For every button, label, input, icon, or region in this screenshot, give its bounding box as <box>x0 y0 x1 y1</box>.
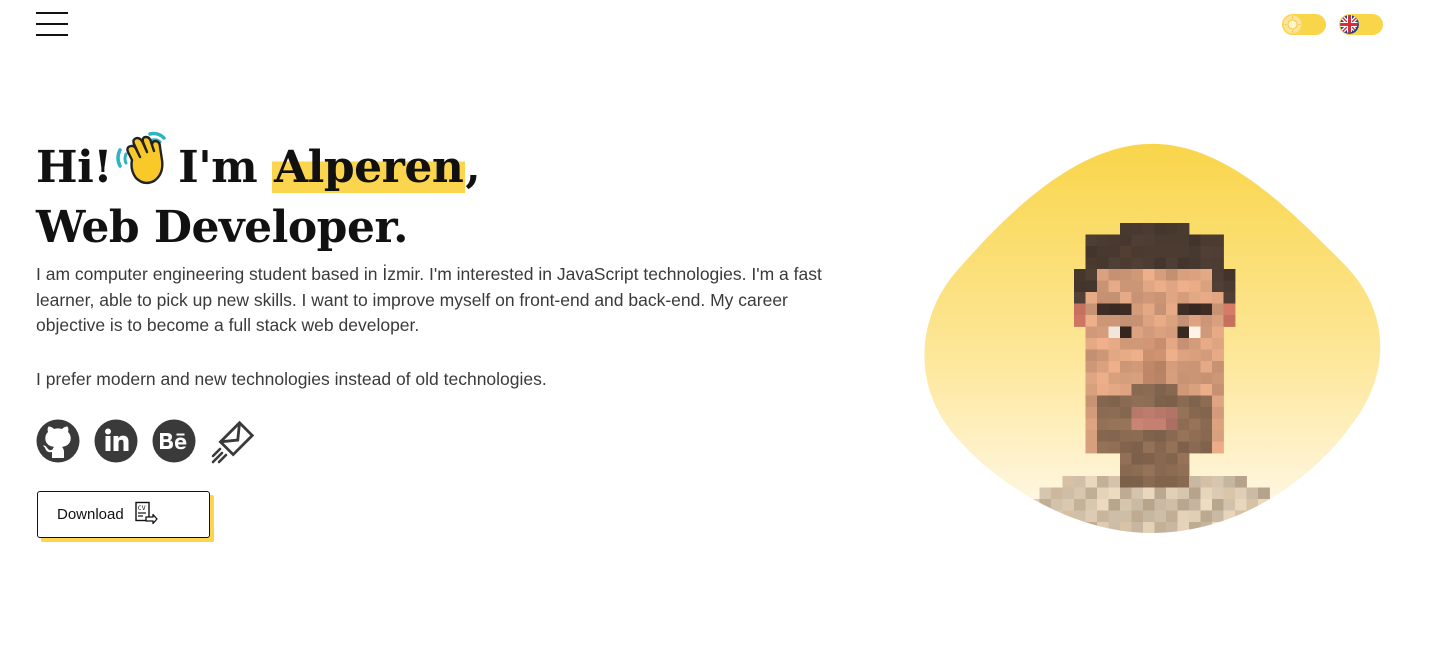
download-label: Download <box>57 506 124 523</box>
button-face: Download CV <box>37 491 210 538</box>
intro-text: I am computer engineering student based … <box>36 262 836 392</box>
download-cv-button[interactable]: Download CV <box>37 491 214 542</box>
name-suffix: , <box>465 142 481 193</box>
menu-bar <box>36 12 68 14</box>
cv-download-icon: CV <box>134 501 158 529</box>
heading-line-1: Hi! I'm Alperen, <box>36 130 736 201</box>
svg-text:CV: CV <box>138 504 146 512</box>
avatar <box>921 143 1383 535</box>
github-icon[interactable] <box>36 419 80 463</box>
hamburger-menu-icon[interactable] <box>36 12 68 36</box>
bio-paragraph: I am computer engineering student based … <box>36 264 822 335</box>
preference-paragraph: I prefer modern and new technologies ins… <box>36 368 547 389</box>
menu-bar <box>36 34 68 36</box>
role-title: Web Developer. <box>36 202 408 253</box>
menu-bar <box>36 23 68 25</box>
uk-flag-icon <box>1340 15 1359 34</box>
greeting: Hi! <box>36 142 113 193</box>
mail-icon[interactable] <box>210 419 255 464</box>
behance-icon[interactable] <box>152 419 196 463</box>
pixel-portrait-avatar <box>924 143 1381 533</box>
intro-prefix: I'm <box>178 142 258 193</box>
waving-hand-icon <box>114 130 172 201</box>
social-links <box>36 418 255 464</box>
theme-toggle[interactable] <box>1282 14 1326 35</box>
language-toggle[interactable] <box>1339 14 1383 35</box>
sun-icon <box>1283 15 1302 34</box>
linkedin-icon[interactable] <box>94 419 138 463</box>
hero-heading: Hi! I'm Alperen, Web Developer. <box>36 130 736 255</box>
page: Hi! I'm Alperen, Web Developer. I am com… <box>0 0 1452 650</box>
name-highlight: Alperen <box>272 142 466 193</box>
